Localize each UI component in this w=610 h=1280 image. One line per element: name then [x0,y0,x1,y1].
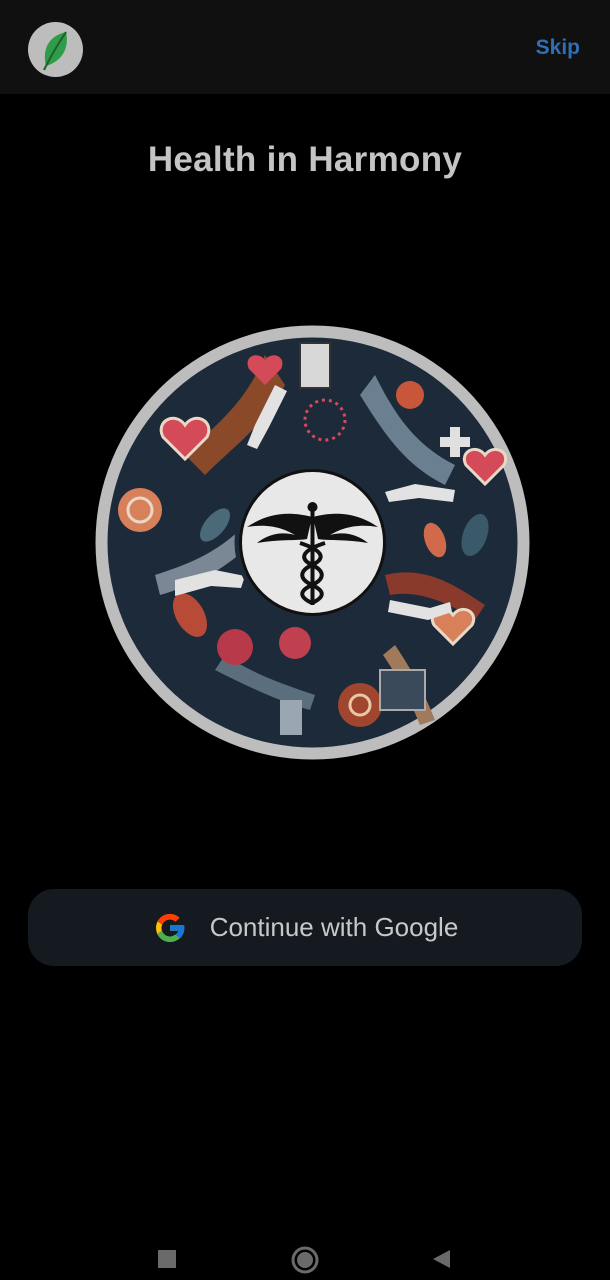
google-g-icon [155,913,185,942]
google-button-label: Continue with Google [209,912,459,942]
leaf-icon [42,30,67,70]
system-nav-bar [0,1240,610,1280]
triangle-back-icon[interactable] [430,1248,452,1270]
page-title: Health in Harmony [147,140,463,179]
continue-with-google-button[interactable]: Continue with Google [28,889,582,966]
top-bar: Skip [0,0,610,94]
hero-illustration [95,325,530,760]
circle-icon[interactable] [290,1245,320,1275]
app-logo [28,22,83,77]
square-icon[interactable] [156,1248,178,1270]
skip-button[interactable]: Skip [536,36,580,60]
